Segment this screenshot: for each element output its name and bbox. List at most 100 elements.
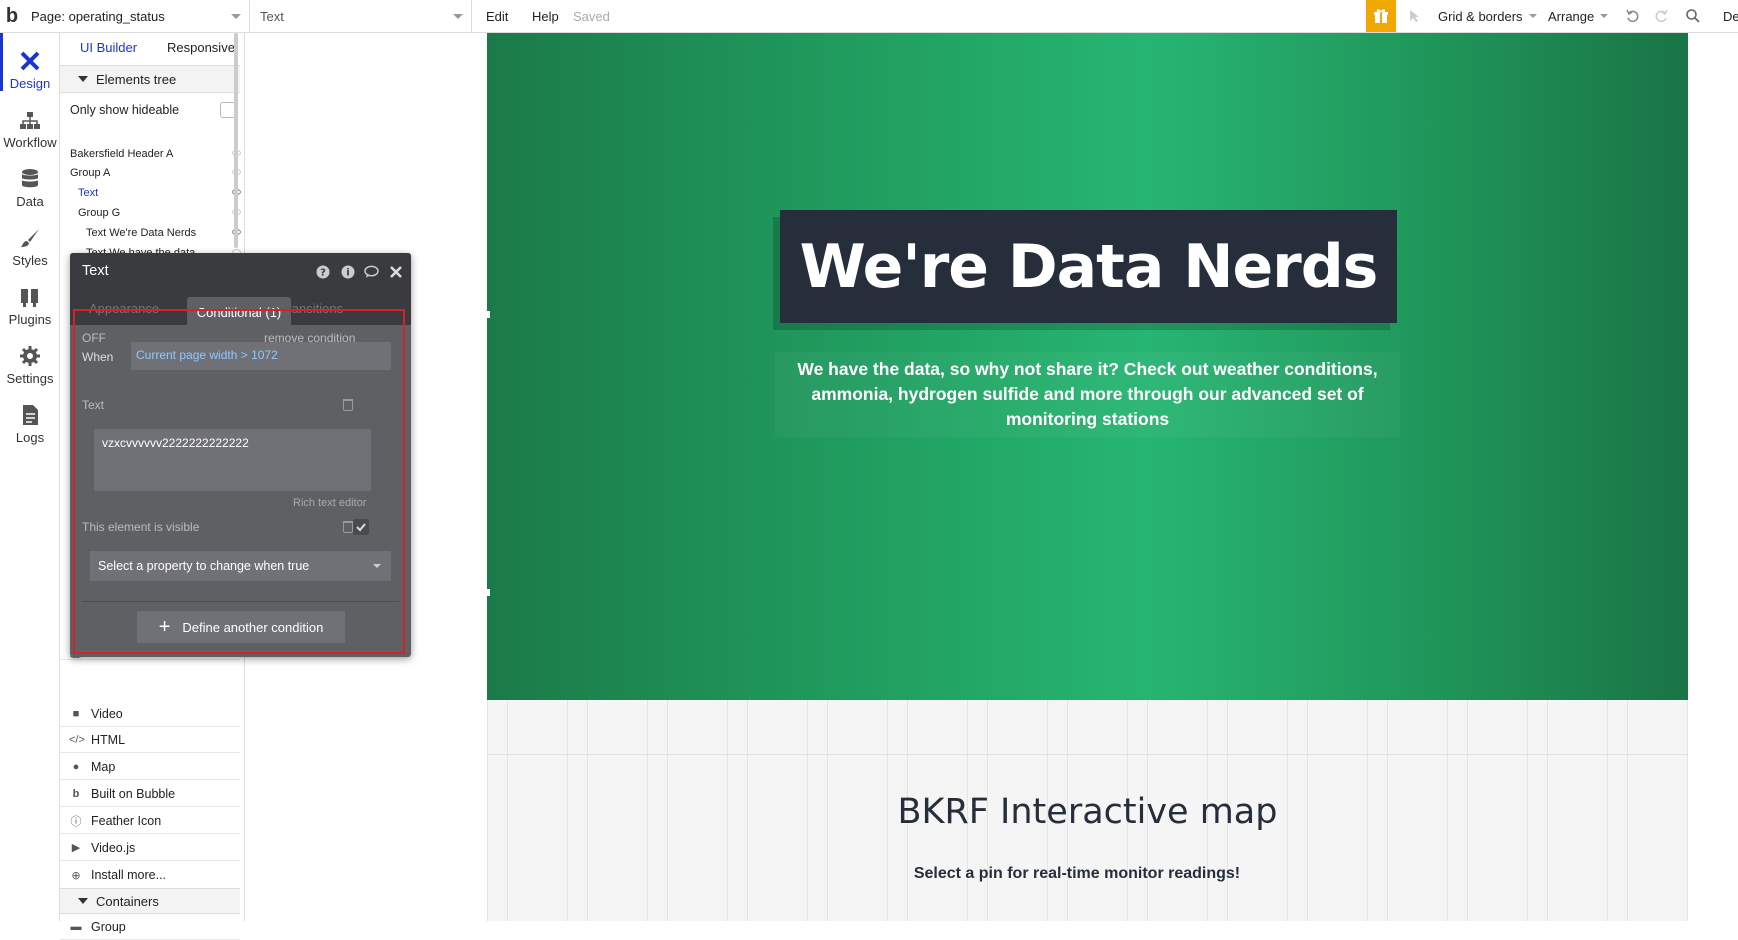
hero-title-box[interactable]: We're Data Nerds <box>780 210 1397 323</box>
plus-icon: + <box>158 616 171 638</box>
nav-styles[interactable]: Styles <box>0 210 60 268</box>
info-icon[interactable]: i <box>340 264 355 279</box>
element-install-more[interactable]: ⊕ Install more... <box>60 862 240 888</box>
tree-item[interactable]: Group G <box>78 203 245 223</box>
define-another-condition-button[interactable]: + Define another condition <box>137 611 345 643</box>
nav-data[interactable]: Data <box>0 151 60 209</box>
arrange-menu[interactable]: Arrange <box>1548 0 1609 32</box>
nav-workflow-label: Workflow <box>3 135 57 150</box>
redo-button[interactable] <box>1650 0 1672 32</box>
bubble-logo-icon[interactable]: b <box>0 0 24 32</box>
gift-button[interactable] <box>1366 0 1396 32</box>
text-property-label: Text <box>82 398 105 412</box>
tree-item-label: Text <box>78 187 99 199</box>
svg-text:i: i <box>346 267 349 278</box>
element-video[interactable]: ■ Video <box>60 701 240 727</box>
resize-handle[interactable] <box>487 589 490 596</box>
elements-tree-header[interactable]: Elements tree <box>60 65 240 93</box>
hero-subtitle[interactable]: We have the data, so why not share it? C… <box>775 352 1400 437</box>
gift-icon <box>1374 9 1388 23</box>
map-title[interactable]: BKRF Interactive map <box>487 792 1688 832</box>
condition-off-label[interactable]: OFF <box>82 331 106 345</box>
cursor-icon <box>1410 10 1419 22</box>
tree-item-label: Bakersfield Header A <box>70 148 174 160</box>
condition-expression-field[interactable]: Current page width > 1072 <box>131 342 391 370</box>
code-icon: </> <box>69 733 85 746</box>
tab-appearance[interactable]: Appearance <box>89 301 159 316</box>
database-icon <box>22 169 38 188</box>
chevron-down-icon <box>373 564 381 568</box>
saved-status: Saved <box>573 8 610 24</box>
trash-icon[interactable] <box>343 399 353 411</box>
trash-icon[interactable] <box>343 521 353 533</box>
edit-menu[interactable]: Edit <box>486 0 508 32</box>
element-feather-icon[interactable]: ⓘ Feather Icon <box>60 808 240 834</box>
element-selector[interactable]: Text <box>252 0 472 32</box>
workflow-icon <box>20 112 40 129</box>
text-value-input[interactable]: vzxcvvvvvv2222222222222 <box>94 429 371 491</box>
tree-item[interactable]: Group A <box>70 163 245 183</box>
element-selector-label: Text <box>260 8 284 24</box>
element-html[interactable]: </> HTML <box>60 727 240 753</box>
chevron-down-icon <box>453 14 463 19</box>
bubble-logo-icon: b <box>72 787 80 800</box>
nav-plugins-label: Plugins <box>8 312 52 327</box>
resize-handle[interactable] <box>487 311 490 318</box>
redo-icon <box>1655 9 1668 23</box>
only-hideable-toggle[interactable]: Only show hideable <box>70 98 240 122</box>
visible-checkbox[interactable] <box>353 519 369 535</box>
help-menu[interactable]: Help <box>532 0 559 32</box>
nav-workflow[interactable]: Workflow <box>0 92 60 150</box>
element-label: Feather Icon <box>91 813 162 828</box>
panel-scrollbar[interactable] <box>234 33 238 248</box>
define-another-condition-label: Define another condition <box>182 619 324 635</box>
chevron-down-icon <box>231 14 241 19</box>
element-group[interactable]: ▬ Group <box>60 914 240 940</box>
nav-settings[interactable]: Settings <box>0 328 60 386</box>
version-selector[interactable]: Dev <box>1723 0 1738 32</box>
collapse-triangle-icon <box>78 76 88 82</box>
grid-borders-menu[interactable]: Grid & borders <box>1438 0 1537 32</box>
element-label: Install more... <box>91 868 167 882</box>
help-icon[interactable]: ? <box>315 264 330 279</box>
panel-tabs: UI Builder Responsive <box>60 33 240 65</box>
containers-title: Containers <box>96 893 159 909</box>
video-icon: ■ <box>72 707 80 720</box>
page-selector[interactable]: Page: operating_status <box>26 0 250 32</box>
element-built-on-bubble[interactable]: b Built on Bubble <box>60 781 240 807</box>
feather-icon: ⓘ <box>70 815 82 828</box>
nav-design[interactable]: Design <box>0 33 60 91</box>
tree-item[interactable]: Bakersfield Header A <box>70 144 245 164</box>
play-icon: ▶ <box>71 842 81 854</box>
when-label: When <box>82 350 114 364</box>
close-icon[interactable] <box>388 264 403 279</box>
svg-text:?: ? <box>320 267 326 278</box>
arrange-label: Arrange <box>1548 8 1595 24</box>
element-videojs[interactable]: ▶ Video.js <box>60 835 240 861</box>
pin-icon: ● <box>72 760 80 773</box>
property-dropdown[interactable]: Select a property to change when true <box>90 551 391 581</box>
undo-button[interactable] <box>1622 0 1644 32</box>
nav-settings-label: Settings <box>6 371 54 386</box>
rich-text-editor-link[interactable]: Rich text editor <box>293 497 366 509</box>
nav-plugins[interactable]: Plugins <box>0 269 60 327</box>
property-editor: Text ? i Appearance Transitions Conditio… <box>70 253 411 657</box>
property-editor-header[interactable]: Text ? i <box>70 253 411 291</box>
element-map[interactable]: ● Map <box>60 754 240 780</box>
select-pointer-button[interactable] <box>1404 0 1426 32</box>
tree-item[interactable]: Text We're Data Nerds <box>86 223 245 243</box>
nav-logs[interactable]: Logs <box>0 387 60 445</box>
element-label: Group <box>91 919 126 934</box>
divider <box>82 601 399 602</box>
map-subtitle[interactable]: Select a pin for real-time monitor readi… <box>487 865 1667 883</box>
document-icon <box>23 405 38 425</box>
element-label: Video.js <box>91 840 136 855</box>
tab-responsive[interactable]: Responsive <box>167 40 235 55</box>
comment-icon[interactable] <box>364 264 379 279</box>
tree-item-selected[interactable]: Text <box>78 183 245 203</box>
containers-header[interactable]: Containers <box>60 888 240 914</box>
tab-ui-builder[interactable]: UI Builder <box>80 40 137 55</box>
search-button[interactable] <box>1682 0 1704 32</box>
tab-conditional[interactable]: Conditional (1) <box>187 297 291 327</box>
tree-item-label: Group A <box>70 167 111 179</box>
